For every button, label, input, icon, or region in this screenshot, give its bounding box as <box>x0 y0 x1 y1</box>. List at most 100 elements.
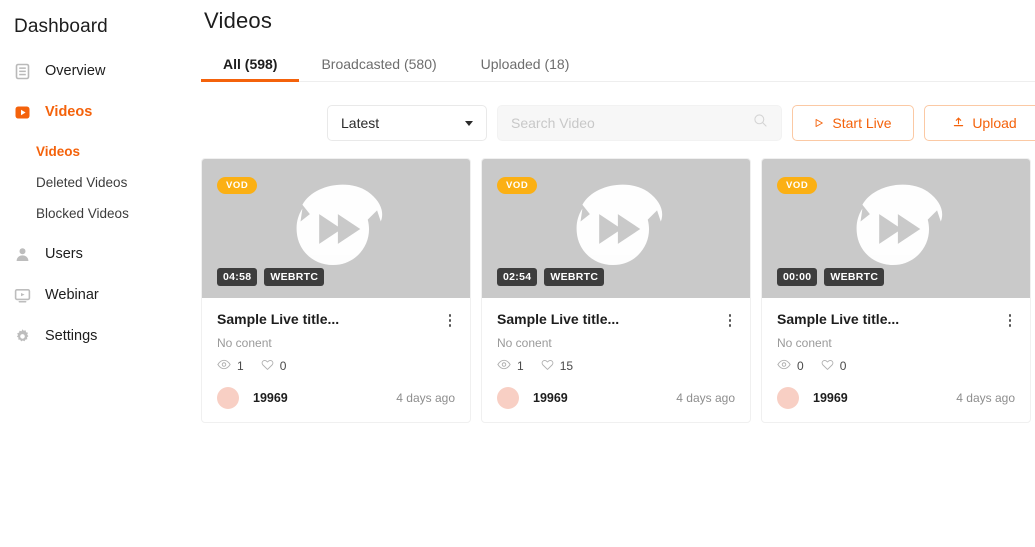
video-subtitle: No conent <box>497 335 552 350</box>
video-stats: 1 15 <box>497 359 735 374</box>
protocol-badge: WEBRTC <box>264 268 325 286</box>
video-title: Sample Live title... <box>497 311 620 327</box>
duration-badge: 00:00 <box>777 268 818 286</box>
search-input[interactable] <box>511 115 746 131</box>
avatar <box>217 386 239 409</box>
video-timestamp: 4 days ago <box>956 390 1015 405</box>
sidebar-item-users[interactable]: Users <box>0 237 196 272</box>
thumbnail-meta: 02:54 WEBRTC <box>497 268 605 286</box>
sidebar-subitem-blocked-videos[interactable]: Blocked Videos <box>0 198 196 229</box>
video-title: Sample Live title... <box>777 311 900 327</box>
start-live-label: Start Live <box>832 115 892 131</box>
view-count: 1 <box>497 359 524 373</box>
like-count: 0 <box>261 359 287 374</box>
view-count-value: 1 <box>517 359 524 373</box>
video-timestamp: 4 days ago <box>396 390 455 405</box>
vod-badge: VOD <box>497 177 538 194</box>
video-subtitle: No conent <box>777 335 832 350</box>
tab-bar: All (598) Broadcasted (580) Uploaded (18… <box>201 48 1035 82</box>
like-count: 0 <box>821 359 847 374</box>
eye-icon <box>497 359 511 373</box>
sidebar-item-label: Webinar <box>45 287 99 304</box>
sidebar-item-label: Videos <box>45 104 93 121</box>
view-count-value: 1 <box>237 359 244 373</box>
toolbar: Latest Start Live <box>196 105 1035 141</box>
chevron-down-icon <box>465 120 473 126</box>
monitor-play-icon <box>14 287 31 304</box>
video-timestamp: 4 days ago <box>676 390 735 405</box>
user-icon <box>14 246 31 263</box>
vod-badge: VOD <box>217 177 258 194</box>
start-live-button[interactable]: Start Live <box>792 105 914 141</box>
video-thumbnail[interactable]: VOD 00:00 WEBRTC <box>762 159 1030 298</box>
eye-icon <box>777 359 791 373</box>
sort-select[interactable]: Latest <box>327 105 487 141</box>
card-menu-button[interactable] <box>1005 311 1016 330</box>
upload-button[interactable]: Upload <box>924 105 1035 141</box>
video-card-body: Sample Live title... No conent <box>762 298 1030 422</box>
tab-broadcasted[interactable]: Broadcasted (580) <box>299 48 458 81</box>
sidebar-item-label: Overview <box>45 63 106 80</box>
sidebar-subitem-deleted-videos[interactable]: Deleted Videos <box>0 167 196 198</box>
video-card-body: Sample Live title... No conent <box>482 298 750 422</box>
video-thumbnail[interactable]: VOD 04:58 WEBRTC <box>202 159 470 298</box>
view-count: 1 <box>217 359 244 373</box>
card-menu-button[interactable] <box>445 311 456 330</box>
tab-uploaded[interactable]: Uploaded (18) <box>459 48 592 81</box>
video-owner: 19969 <box>217 386 288 409</box>
duration-badge: 02:54 <box>497 268 538 286</box>
video-card-header: Sample Live title... <box>217 311 455 330</box>
like-count-value: 0 <box>839 359 847 373</box>
like-count-value: 15 <box>559 359 574 373</box>
heart-icon <box>261 359 274 374</box>
sort-select-value: Latest <box>341 115 380 131</box>
play-triangle-icon <box>814 115 824 131</box>
duration-badge: 04:58 <box>217 268 258 286</box>
video-card-footer: 19969 4 days ago <box>217 386 455 409</box>
sidebar-subitem-videos[interactable]: Videos <box>0 136 196 167</box>
avatar <box>497 386 519 409</box>
brand-title: Dashboard <box>14 16 108 37</box>
video-card[interactable]: VOD 00:00 WEBRTC Sample Live title... No… <box>761 158 1031 423</box>
gear-icon <box>14 328 31 345</box>
sidebar: Dashboard Overview Videos Videos Deleted… <box>0 0 196 547</box>
video-card-header: Sample Live title... <box>777 311 1015 330</box>
sidebar-item-settings[interactable]: Settings <box>0 319 196 354</box>
protocol-badge: WEBRTC <box>824 268 885 286</box>
video-stats: 1 0 <box>217 359 455 374</box>
eye-icon <box>217 359 231 373</box>
video-stats: 0 0 <box>777 359 1015 374</box>
sidebar-item-overview[interactable]: Overview <box>0 54 196 89</box>
video-owner: 19969 <box>777 386 848 409</box>
video-owner-name: 19969 <box>253 390 288 405</box>
video-card-footer: 19969 4 days ago <box>777 386 1015 409</box>
card-menu-button[interactable] <box>725 311 736 330</box>
video-card-footer: 19969 4 days ago <box>497 386 735 409</box>
view-count: 0 <box>777 359 804 373</box>
tab-all[interactable]: All (598) <box>201 48 300 82</box>
video-play-icon <box>14 104 31 121</box>
sidebar-subnav-videos: Videos Deleted Videos Blocked Videos <box>0 136 196 229</box>
vod-badge: VOD <box>777 177 818 194</box>
sidebar-item-webinar[interactable]: Webinar <box>0 278 196 313</box>
thumbnail-meta: 00:00 WEBRTC <box>777 268 885 286</box>
page-title: Videos <box>204 8 273 33</box>
video-owner: 19969 <box>497 386 568 409</box>
video-card-grid: VOD 04:58 WEBRTC Sample Live title... No… <box>201 158 1035 423</box>
upload-label: Upload <box>972 115 1017 131</box>
protocol-badge: WEBRTC <box>544 268 605 286</box>
video-thumbnail[interactable]: VOD 02:54 WEBRTC <box>482 159 750 298</box>
like-count-value: 0 <box>279 359 287 373</box>
video-card[interactable]: VOD 02:54 WEBRTC Sample Live title... No… <box>481 158 751 423</box>
sidebar-nav: Overview Videos Videos Deleted Videos Bl… <box>0 54 196 354</box>
video-card-body: Sample Live title... No conent <box>202 298 470 422</box>
sidebar-item-label: Users <box>45 246 83 263</box>
video-card[interactable]: VOD 04:58 WEBRTC Sample Live title... No… <box>201 158 471 423</box>
sidebar-item-videos[interactable]: Videos <box>0 95 196 130</box>
like-count: 15 <box>541 359 573 374</box>
app-root: Dashboard Overview Videos Videos Deleted… <box>0 0 1035 547</box>
upload-icon <box>953 115 964 131</box>
sidebar-item-label: Settings <box>45 328 98 345</box>
heart-icon <box>541 359 554 374</box>
search-box[interactable] <box>497 105 782 141</box>
